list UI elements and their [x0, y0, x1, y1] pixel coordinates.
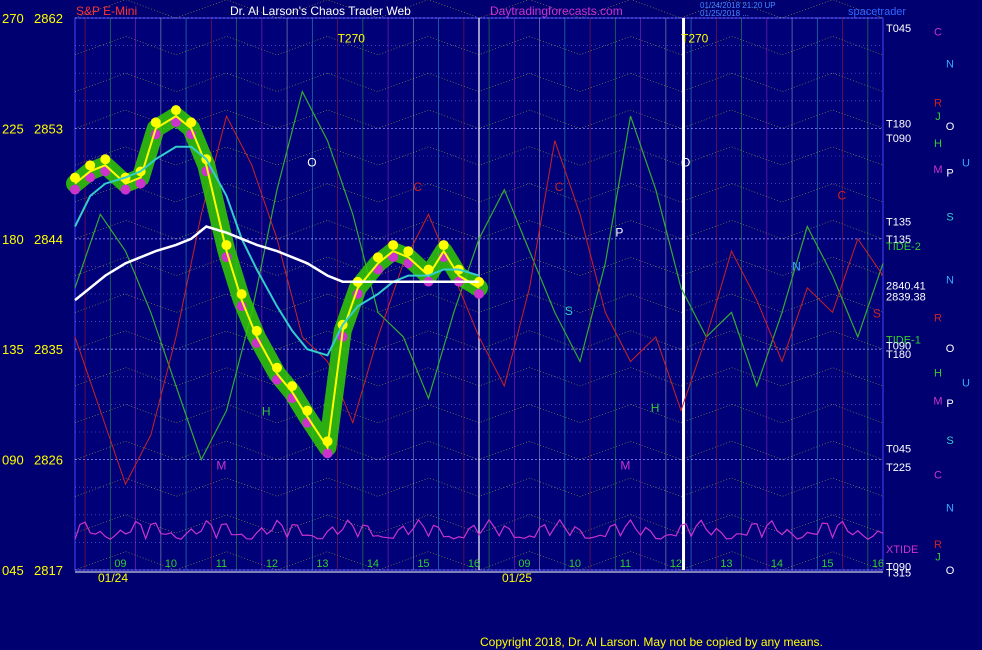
planet-glyph: P	[946, 398, 953, 410]
chart-annotation: C	[838, 189, 847, 203]
y-angle-label: 135	[2, 342, 24, 357]
site-link[interactable]: Daytradingforecasts.com	[490, 4, 623, 18]
right-label: T135	[886, 217, 911, 229]
chart-annotation: S	[565, 304, 573, 318]
high-dot	[100, 154, 111, 165]
y-price-label: 2853	[34, 121, 63, 136]
high-dot	[388, 240, 399, 251]
right-label: TIDE-2	[886, 241, 921, 253]
chart-annotation: H	[651, 401, 660, 415]
planet-glyph: J	[935, 552, 941, 564]
y-angle-label: 270	[2, 11, 24, 26]
planet-glyph: M	[933, 396, 942, 408]
chart-annotation: T270	[338, 32, 366, 46]
planet-glyph: N	[946, 274, 954, 286]
low-dot	[373, 264, 383, 275]
chart-annotation: M	[620, 458, 630, 472]
brand-label: spacetrader	[848, 6, 906, 18]
high-dot	[403, 246, 414, 257]
y-price-label: 2826	[34, 453, 63, 468]
chart-canvas: 270 2862 225 2853 180 2844 135 2835 090 2826 045 28…	[0, 0, 982, 650]
low-dot	[120, 184, 131, 195]
y-price-label: 2862	[34, 11, 63, 26]
right-label: T315	[886, 567, 911, 579]
planet-glyph: J	[935, 111, 941, 123]
chart-annotation: C	[555, 180, 564, 194]
y-angle-label: 090	[2, 453, 24, 468]
right-label: 2839.38	[886, 291, 926, 303]
low-dot	[70, 184, 80, 195]
y-price-label: 2844	[34, 232, 63, 247]
planet-glyph: R	[934, 98, 942, 110]
planet-glyph: N	[946, 502, 954, 514]
planet-glyph: N	[946, 58, 954, 70]
x-tick-label: 12	[266, 558, 278, 570]
chart-annotation: N	[792, 260, 801, 274]
x-tick-label: 13	[720, 558, 732, 570]
right-label: XTIDE	[886, 544, 918, 556]
planet-glyph: C	[934, 469, 942, 481]
high-dot	[171, 105, 181, 116]
planet-glyph: U	[962, 377, 970, 389]
chart-annotation: P	[615, 225, 623, 239]
right-label: T225	[886, 462, 911, 474]
high-dot	[438, 240, 449, 251]
x-tick-label: 12	[670, 558, 682, 570]
y-price-label: 2817	[34, 563, 63, 578]
planet-glyph: P	[946, 168, 953, 180]
planet-glyph: S	[946, 435, 953, 447]
x-tick-label: 10	[165, 558, 177, 570]
planet-glyph: U	[962, 158, 970, 170]
planet-glyph: H	[934, 368, 942, 380]
timestamp-2: 01/25/2018 ...	[700, 9, 749, 18]
planet-glyph: R	[934, 539, 942, 551]
chart-annotation: M	[216, 458, 226, 472]
chart-annotation: H	[262, 404, 271, 418]
planet-glyph: M	[933, 164, 942, 176]
x-tick-label: 11	[216, 558, 227, 570]
planet-glyph: O	[946, 565, 955, 577]
x-tick-label: 16	[872, 558, 884, 570]
low-dot	[474, 288, 484, 299]
chart-annotation: T270	[681, 32, 709, 46]
x-tick-label: 09	[518, 558, 530, 570]
right-label: T180	[886, 349, 911, 361]
x-tick-label: 15	[821, 558, 833, 570]
high-dot	[287, 381, 298, 392]
right-label: T090	[886, 133, 911, 145]
chart-annotation: S	[873, 306, 881, 320]
x-date-label: 01/24	[98, 571, 128, 585]
chart-title: Dr. Al Larson's Chaos Trader Web	[230, 4, 411, 18]
low-dot	[272, 374, 282, 385]
symbol-label: S&P E-Mini	[76, 4, 137, 18]
x-tick-label: 14	[367, 558, 379, 570]
x-tick-label: 10	[569, 558, 581, 570]
y-angle-label: 225	[2, 121, 24, 136]
planet-glyph: C	[934, 26, 942, 38]
x-tick-label: 09	[114, 558, 126, 570]
right-label: T180	[886, 118, 911, 130]
y-price-label: 2835	[34, 342, 63, 357]
planet-glyph: H	[934, 138, 942, 150]
planet-glyph: R	[934, 312, 942, 324]
x-tick-label: 16	[468, 558, 480, 570]
chart-annotation: O	[681, 155, 690, 169]
x-tick-label: 11	[620, 558, 631, 570]
right-label: T045	[886, 23, 911, 35]
y-angle-label: 045	[2, 563, 24, 578]
chart-annotation: O	[307, 155, 316, 169]
planet-glyph: O	[946, 343, 955, 355]
x-tick-label: 13	[316, 558, 328, 570]
right-label: T045	[886, 444, 911, 456]
x-date-label: 01/25	[502, 571, 532, 585]
planet-glyph: S	[946, 212, 953, 224]
x-tick-label: 15	[417, 558, 429, 570]
copyright: Copyright 2018, Dr. Al Larson. May not b…	[480, 635, 823, 649]
y-angle-label: 180	[2, 232, 24, 247]
chart-annotation: C	[413, 180, 422, 194]
low-dot	[322, 448, 333, 459]
planet-glyph: O	[946, 121, 955, 133]
x-tick-label: 14	[771, 558, 783, 570]
